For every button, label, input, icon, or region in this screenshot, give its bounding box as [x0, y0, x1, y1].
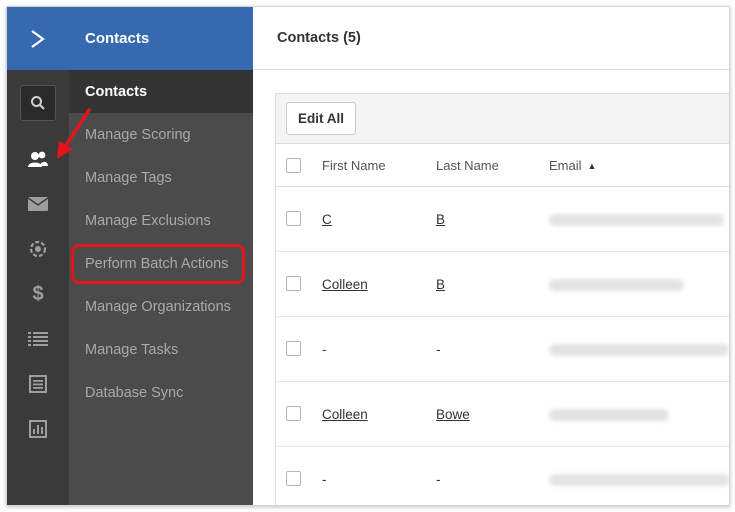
table-row: - - — [276, 447, 729, 505]
row-checkbox[interactable] — [286, 471, 301, 486]
email-cell-redacted — [549, 474, 729, 486]
first-name-cell: - — [322, 342, 327, 357]
table-row: Colleen B — [276, 252, 729, 317]
first-name-cell: - — [322, 472, 327, 487]
menu-item-manage-organizations[interactable]: Manage Organizations — [69, 285, 253, 328]
row-checkbox[interactable] — [286, 341, 301, 356]
batch-actions-highlight — [71, 244, 245, 284]
last-name-cell: - — [436, 472, 441, 487]
last-name-cell[interactable]: B — [436, 252, 445, 317]
last-name-cell[interactable]: B — [436, 187, 445, 252]
search-icon[interactable] — [20, 85, 56, 121]
first-name-cell[interactable]: Colleen — [322, 252, 368, 317]
edit-all-button[interactable]: Edit All — [286, 102, 356, 135]
email-icon[interactable] — [21, 187, 55, 221]
reports-icon[interactable] — [21, 412, 55, 446]
row-checkbox[interactable] — [286, 276, 301, 291]
column-first-name[interactable]: First Name — [322, 144, 386, 187]
sort-ascending-icon: ▲ — [587, 160, 597, 171]
column-last-name[interactable]: Last Name — [436, 144, 499, 187]
first-name-cell[interactable]: Colleen — [322, 382, 368, 447]
table-toolbar: Edit All — [276, 94, 729, 144]
last-name-cell: - — [436, 342, 441, 357]
column-email[interactable]: Email ▲ — [549, 144, 596, 187]
menu-item-manage-tasks[interactable]: Manage Tasks — [69, 328, 253, 371]
forms-icon[interactable] — [21, 367, 55, 401]
first-name-cell[interactable]: C — [322, 187, 332, 252]
table-row: - - — [276, 317, 729, 382]
menu-item-manage-scoring[interactable]: Manage Scoring — [69, 113, 253, 156]
list-icon[interactable] — [21, 322, 55, 356]
automation-icon[interactable] — [21, 232, 55, 266]
last-name-cell[interactable]: Bowe — [436, 382, 470, 447]
menu-header: Contacts — [69, 7, 253, 70]
table-row: C B — [276, 187, 729, 252]
logo-chevron-icon[interactable] — [7, 7, 69, 70]
email-cell-redacted — [549, 214, 724, 226]
page-title: Contacts (5) — [253, 7, 729, 70]
menu-item-manage-exclusions[interactable]: Manage Exclusions — [69, 199, 253, 242]
icon-rail: $ — [7, 7, 69, 505]
menu-item-contacts[interactable]: Contacts — [69, 70, 253, 113]
table-row: Colleen Bowe — [276, 382, 729, 447]
row-checkbox[interactable] — [286, 211, 301, 226]
email-cell-redacted — [549, 279, 684, 291]
email-cell-redacted — [549, 409, 669, 421]
contacts-icon[interactable] — [21, 142, 55, 176]
dollar-icon[interactable]: $ — [21, 277, 55, 311]
app-window: $ Contacts Contacts Manage Scoring Manag… — [6, 6, 730, 506]
contacts-table: Edit All First Name Last Name Email ▲ C … — [275, 93, 729, 505]
menu-item-database-sync[interactable]: Database Sync — [69, 371, 253, 414]
table-header: First Name Last Name Email ▲ — [276, 144, 729, 187]
main-content: Contacts (5) Edit All First Name Last Na… — [253, 7, 729, 505]
column-email-label: Email — [549, 158, 582, 173]
row-checkbox[interactable] — [286, 406, 301, 421]
menu-item-manage-tags[interactable]: Manage Tags — [69, 156, 253, 199]
select-all-checkbox[interactable] — [286, 158, 301, 173]
email-cell-redacted — [549, 344, 729, 356]
